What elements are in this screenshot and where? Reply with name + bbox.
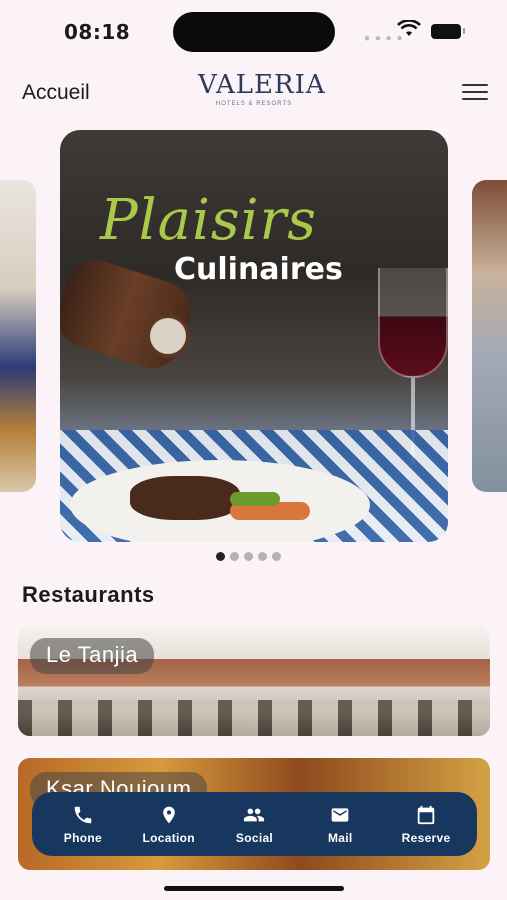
restaurant-card-le-tanjia[interactable]: Le Tanjia <box>18 626 490 736</box>
app-header: Accueil VALERIA HOTELS & RESORTS <box>0 66 507 122</box>
pagination-dot-active[interactable] <box>216 552 225 561</box>
hamburger-menu-icon[interactable] <box>462 84 488 104</box>
nav-phone-button[interactable]: Phone <box>43 803 123 845</box>
wine-glass-image <box>378 268 448 378</box>
carousel-next-slide[interactable] <box>472 180 507 492</box>
dining-room-image <box>18 700 490 736</box>
restaurants-heading: Restaurants <box>22 582 155 607</box>
pagination-dot[interactable] <box>258 552 267 561</box>
pagination-dot[interactable] <box>230 552 239 561</box>
carousel-pagination <box>216 552 281 561</box>
hero-title-script: Plaisirs <box>100 188 318 253</box>
restaurant-name: Le Tanjia <box>30 638 155 674</box>
greens-image <box>230 492 280 506</box>
carousel-prev-slide[interactable] <box>0 180 36 492</box>
nav-location-button[interactable]: Location <box>129 803 209 845</box>
nav-social-label: Social <box>235 831 274 845</box>
nav-phone-label: Phone <box>63 831 102 845</box>
pagination-dot[interactable] <box>272 552 281 561</box>
pagination-dot[interactable] <box>244 552 253 561</box>
location-icon <box>159 803 179 827</box>
nav-location-label: Location <box>142 831 195 845</box>
phone-icon <box>72 803 94 827</box>
nav-mail-label: Mail <box>328 831 353 845</box>
hero-title-main: Culinaires <box>174 252 343 287</box>
pepper-grinder-top <box>146 314 190 358</box>
logo-subtitle: HOTELS & RESORTS <box>215 101 293 107</box>
nav-reserve-label: Reserve <box>401 831 451 845</box>
mail-icon <box>328 803 352 827</box>
accueil-link[interactable]: Accueil <box>22 81 90 105</box>
steak-image <box>130 476 240 520</box>
bottom-action-bar: Phone Location Social Mail Reserve <box>32 792 477 856</box>
dynamic-island <box>173 12 335 52</box>
home-indicator[interactable] <box>164 886 344 891</box>
logo-wordmark: VALERIA <box>198 70 326 100</box>
status-bar: 08:18 ● ● ● ● <box>0 0 507 60</box>
calendar-icon <box>415 803 437 827</box>
nav-reserve-button[interactable]: Reserve <box>386 803 466 845</box>
wifi-icon <box>397 20 421 36</box>
nav-mail-button[interactable]: Mail <box>300 803 380 845</box>
nav-social-button[interactable]: Social <box>214 803 294 845</box>
status-time: 08:18 <box>64 20 131 44</box>
brand-logo: VALERIA HOTELS & RESORTS <box>198 70 326 118</box>
battery-icon <box>431 24 465 39</box>
carousel-hero-slide[interactable]: Plaisirs Culinaires <box>60 130 448 542</box>
people-icon <box>241 803 267 827</box>
